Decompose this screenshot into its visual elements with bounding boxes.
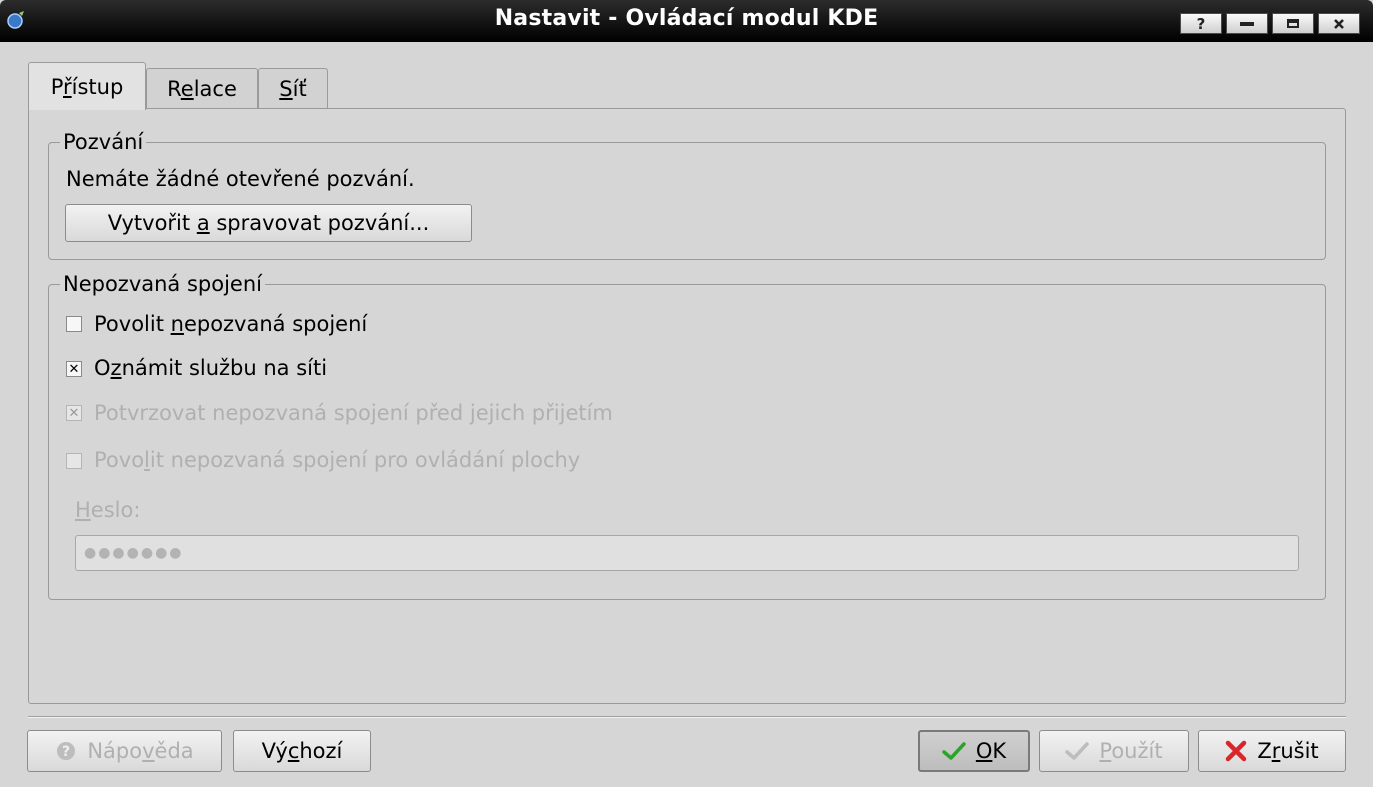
help-button[interactable]: ? [1180,13,1222,34]
minimize-button[interactable] [1226,13,1268,34]
password-label: Heslo: [75,498,141,522]
tab-relace[interactable]: Relace [146,68,258,108]
cancel-x-icon [1225,740,1247,762]
window-title: Nastavit - Ovládací modul KDE [494,6,879,31]
close-button[interactable] [1318,13,1360,34]
check-icon [942,741,966,761]
title-bar[interactable]: Nastavit - Ovládací modul KDE ? [0,0,1373,42]
button-label: Zrušit [1257,739,1319,763]
button-label: Použít [1099,739,1163,763]
check-icon [1065,741,1090,761]
manage-invitations-button[interactable]: Vytvořit a spravovat pozvání... [65,204,472,242]
check-mark-icon: ✕ [68,361,80,377]
check-mark-icon: ✕ [68,405,80,421]
allow-uninvited-label[interactable]: Povolit nepozvaná spojení [94,311,367,337]
help-icon: ? [55,740,77,762]
uninvited-group-title: Nepozvaná spojení [60,271,265,297]
button-label: Nápověda [87,739,194,763]
invitations-group-title: Pozvání [60,129,147,155]
close-icon [1334,18,1344,29]
tab-sit[interactable]: Síť [258,68,328,108]
button-label: Vytvořit a spravovat pozvání... [107,211,430,235]
password-field[interactable]: ●●●●●●● [75,535,1299,571]
tab-label: Přístup [50,74,124,99]
tab-label: Relace [167,76,237,101]
cancel-button[interactable]: Zrušit [1198,730,1346,772]
allow-desktop-control-checkbox[interactable] [66,453,82,469]
footer-separator [28,716,1346,718]
minimize-icon [1240,21,1254,26]
help-footer-button[interactable]: ? Nápověda [27,730,222,772]
maximize-icon [1287,19,1299,28]
apply-button[interactable]: Použít [1039,730,1189,772]
allow-desktop-control-label[interactable]: Povolit nepozvaná spojení pro ovládání p… [94,447,580,473]
confirm-uninvited-checkbox[interactable]: ✕ [66,405,82,421]
ok-button[interactable]: OK [918,730,1030,772]
invitations-status: Nemáte žádné otevřené pozvání. [66,167,415,191]
tab-pristup[interactable]: Přístup [28,62,146,110]
confirm-uninvited-label[interactable]: Potvrzovat nepozvaná spojení před jejich… [94,400,613,426]
help-glyph: ? [1196,14,1206,33]
defaults-button[interactable]: Výchozí [233,730,371,772]
maximize-button[interactable] [1272,13,1314,34]
tab-label: Síť [279,76,307,101]
allow-uninvited-checkbox[interactable] [66,316,82,332]
invitations-group [48,142,1326,260]
announce-service-checkbox[interactable]: ✕ [66,361,82,377]
button-label: Výchozí [261,739,343,763]
button-label: OK [975,739,1007,763]
svg-text:?: ? [62,744,70,760]
announce-service-label[interactable]: Oznámit službu na síti [94,355,327,381]
